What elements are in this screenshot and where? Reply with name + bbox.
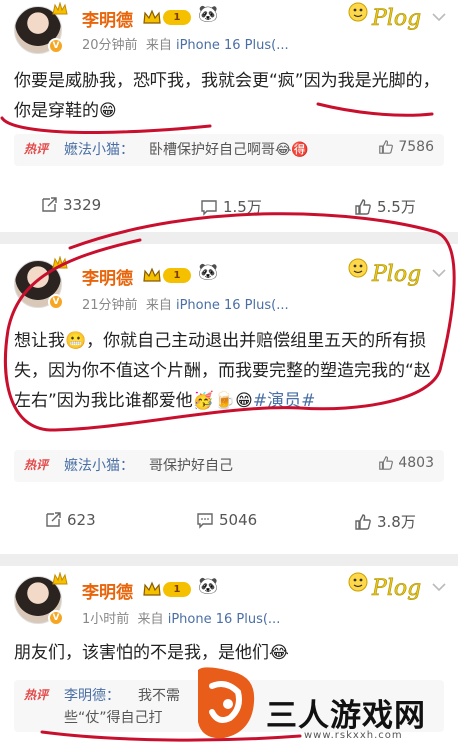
vip-level: 1 — [163, 9, 191, 25]
weibo-post-2: V 李明德 1 🐼 21分钟前 来自 iPhone 16 Plus(... Pl… — [0, 244, 458, 554]
plog-badge: Plog — [348, 258, 421, 287]
thumbs-up-icon — [355, 513, 371, 530]
vip-level-badge: 1 — [142, 580, 191, 598]
comment-likes[interactable]: 4803 — [378, 455, 434, 471]
like-button[interactable]: 5.5万 — [354, 196, 416, 217]
comment-count: 1.5万 — [223, 198, 262, 216]
comment-text-line2: 些“仗”得自己打 — [64, 710, 163, 726]
site-watermark: 三人游戏网 www.rskxxh.com — [194, 660, 458, 743]
comment-likes[interactable]: 7586 — [378, 139, 434, 155]
repost-button[interactable]: 623 — [44, 511, 96, 529]
post-time: 1小时前 — [82, 612, 130, 627]
comment-icon — [201, 199, 217, 216]
hot-comment[interactable]: 热评 嬷法小猫： 哥保护好自己 4803 — [14, 450, 444, 482]
comment-username[interactable]: 嬷法小猫： — [64, 139, 134, 159]
post-time: 20分钟前 — [82, 38, 138, 53]
plog-text: Plog — [371, 262, 421, 287]
chevron-down-icon[interactable] — [432, 582, 446, 592]
vip-crown-icon — [143, 9, 161, 24]
repost-button[interactable]: 3329 — [40, 196, 101, 214]
hot-comment-label: 热评 — [24, 458, 49, 472]
chevron-down-icon[interactable] — [432, 12, 446, 22]
comment-username[interactable]: 嬷法小猫： — [64, 455, 134, 475]
comment-icon — [197, 513, 213, 529]
verified-badge-icon: V — [48, 38, 64, 54]
like-button[interactable]: 3.8万 — [354, 511, 416, 532]
panda-icon: 🐼 — [198, 4, 218, 23]
source-prefix: 来自 — [145, 298, 172, 313]
repost-count: 3329 — [63, 196, 102, 214]
post-meta: 20分钟前 来自 iPhone 16 Plus(... — [82, 34, 289, 53]
comment-count: 5046 — [219, 511, 258, 529]
watermark-title: 三人游戏网 — [266, 698, 426, 734]
plog-badge: Plog — [348, 572, 421, 601]
vip-level-badge: 1 — [142, 266, 191, 284]
vip-level: 1 — [163, 267, 191, 283]
vip-crown-icon — [143, 267, 161, 282]
watermark-url: www.rskxxh.com — [304, 730, 403, 741]
post-time: 21分钟前 — [82, 298, 138, 313]
vip-level-badge: 1 — [142, 8, 191, 26]
source-prefix: 来自 — [137, 612, 164, 627]
comment-button[interactable]: 5046 — [196, 511, 257, 529]
site-logo-icon — [198, 667, 255, 739]
chevron-down-icon[interactable] — [432, 268, 446, 278]
username[interactable]: 李明德 — [82, 264, 133, 289]
device-source[interactable]: iPhone 16 Plus(... — [168, 612, 281, 627]
topic-tag[interactable]: #演员# — [253, 391, 316, 411]
hot-comment-label: 热评 — [24, 142, 49, 156]
thumbs-up-icon — [379, 140, 394, 154]
hot-comment[interactable]: 热评 嬷法小猫： 卧槽保护好自己啊哥😂🉐 7586 — [14, 134, 444, 166]
action-bar: 3329 1.5万 5.5万 — [0, 196, 458, 224]
source-prefix: 来自 — [145, 38, 172, 53]
plog-badge: Plog — [348, 2, 421, 31]
comment-like-count: 4803 — [398, 455, 434, 471]
vip-crown-icon — [143, 581, 161, 596]
like-count: 3.8万 — [377, 513, 416, 531]
post-separator — [0, 232, 458, 244]
repost-icon — [46, 512, 61, 527]
action-bar: 623 5046 3.8万 — [0, 511, 458, 539]
verified-badge-icon: V — [48, 610, 64, 626]
weibo-post-1: V 李明德 1 🐼 20分钟前 来自 iPhone 16 Plus(... Pl… — [0, 0, 458, 232]
post-meta: 21分钟前 来自 iPhone 16 Plus(... — [82, 294, 289, 313]
device-source[interactable]: iPhone 16 Plus(... — [176, 298, 289, 313]
verified-badge-icon: V — [48, 294, 64, 310]
repost-count: 623 — [67, 511, 96, 529]
vip-level: 1 — [163, 581, 191, 597]
crown-icon — [52, 2, 68, 15]
panda-icon: 🐼 — [198, 262, 218, 281]
thumbs-up-icon — [355, 198, 371, 215]
post-separator — [0, 554, 458, 566]
comment-text: 卧槽保护好自己啊哥😂🉐 — [149, 142, 309, 158]
username[interactable]: 李明德 — [82, 578, 133, 603]
comment-text: 哥保护好自己 — [149, 458, 233, 474]
device-source[interactable]: iPhone 16 Plus(... — [176, 38, 289, 53]
plog-text: Plog — [371, 576, 421, 601]
hot-comment-label: 热评 — [24, 688, 49, 702]
post-content: 想让我😬，你就自己主动退出并赔偿组里五天的所有损失，因为你不值这个片酬，而我要完… — [14, 326, 446, 416]
crown-icon — [52, 256, 68, 269]
crown-icon — [52, 572, 68, 585]
plog-text: Plog — [371, 6, 421, 31]
comment-button[interactable]: 1.5万 — [200, 196, 262, 217]
comment-text: 我不需 — [138, 688, 180, 704]
repost-icon — [42, 197, 57, 212]
comment-like-count: 7586 — [398, 139, 434, 155]
username[interactable]: 李明德 — [82, 6, 133, 31]
thumbs-up-icon — [379, 456, 394, 470]
comment-username[interactable]: 李明德： — [64, 685, 120, 705]
like-count: 5.5万 — [377, 198, 416, 216]
panda-icon: 🐼 — [198, 576, 218, 595]
post-content-text: 想让我😬，你就自己主动退出并赔偿组里五天的所有损失，因为你不值这个片酬，而我要完… — [14, 331, 431, 411]
post-content: 你要是威胁我，恐吓我，我就会更“疯”因为我是光脚的，你是穿鞋的😁 — [14, 71, 440, 121]
post-meta: 1小时前 来自 iPhone 16 Plus(... — [82, 608, 280, 627]
